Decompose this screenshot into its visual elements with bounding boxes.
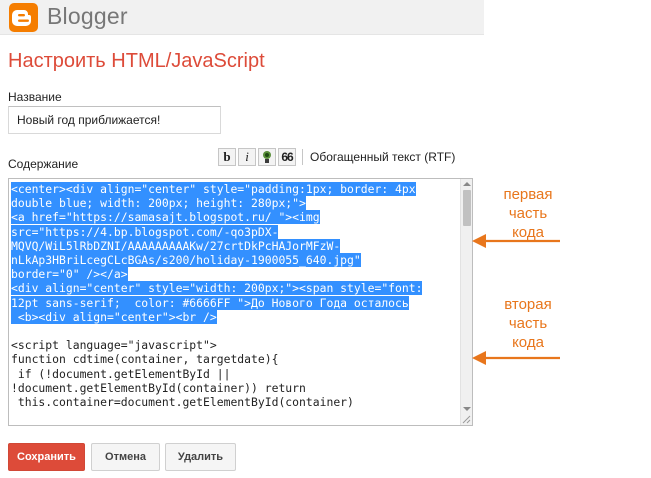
code-line-text: nLkAp3HBriLcegCLcBGAs/s200/holiday-19000… [11,253,361,268]
code-line[interactable]: this.container=document.getElementById(c… [11,395,459,409]
code-line[interactable]: MQVQ/WiL5lRbDZNI/AAAAAAAAAKw/27crtDkPcHA… [11,238,459,253]
cancel-button[interactable]: Отмена [91,443,160,471]
rich-text-link[interactable]: Обогащенный текст (RTF) [310,150,455,164]
bold-button-label: b [223,149,231,164]
resize-grip-icon[interactable] [461,414,471,424]
code-line-text: border="0" /></a> [11,267,128,282]
code-line-text: !document.getElementById(container)) ret… [11,380,306,395]
name-input[interactable] [8,106,221,134]
content-textarea[interactable]: <center><div align="center" style="paddi… [8,178,473,426]
code-line-text: <b><div align="center"><br /> [11,309,217,324]
code-line[interactable]: double blue; width: 200px; height: 280px… [11,196,459,211]
page-title: Настроить HTML/JavaScript [8,50,265,72]
name-label: Название [8,90,62,104]
code-line[interactable]: function cdtime(container, targetdate){ [11,352,459,366]
code-line-text: double blue; width: 200px; height: 280px… [11,196,306,211]
code-line-text: <center><div align="center" style="paddi… [11,182,416,196]
code-line[interactable]: <script language="javascript"> [11,338,459,352]
italic-button[interactable]: i [238,148,256,166]
code-content[interactable]: <center><div align="center" style="paddi… [11,182,459,409]
bold-button[interactable]: b [218,148,236,166]
code-line[interactable] [11,324,459,338]
annotation-second-line-2: часть [508,315,548,332]
scroll-thumb[interactable] [463,190,471,226]
code-line-text: 12pt sans-serif; color: #6666FF ">До Нов… [11,295,409,310]
code-line-text: <script language="javascript"> [11,338,217,353]
annotation-second-part: вторая часть кода [493,295,563,352]
arrow-left-icon [472,234,560,248]
code-line-text: <a href="https://samasajt.blogspot.ru/ "… [11,210,320,225]
logo-text[interactable]: Blogger [47,3,128,30]
insert-image-button[interactable] [258,148,276,166]
editor-scrollbar[interactable] [460,179,472,425]
save-button[interactable]: Сохранить [8,443,85,471]
quote-button[interactable]: 66 [278,148,296,166]
annotation-second-line-1: вторая [504,296,552,313]
quote-icon: 66 [281,150,293,164]
code-line[interactable]: <center><div align="center" style="paddi… [11,182,459,196]
top-bar: Blogger [0,0,484,35]
code-line-text: function cdtime(container, targetdate){ [11,352,279,367]
code-line[interactable]: src="https://4.bp.blogspot.com/-qo3pDX- [11,224,459,239]
code-line-text: this.container=document.getElementById(c… [11,395,354,410]
code-line-text: src="https://4.bp.blogspot.com/-qo3pDX- [11,224,279,239]
code-line-text: if (!document.getElementById || [11,366,231,381]
annotation-first-line-2: часть [508,205,548,222]
code-line[interactable]: <a href="https://samasajt.blogspot.ru/ "… [11,210,459,225]
arrow-left-icon [472,351,560,365]
image-icon [263,151,271,163]
code-line[interactable]: border="0" /></a> [11,267,459,282]
code-line[interactable]: <b><div align="center"><br /> [11,309,459,324]
italic-button-label: i [245,149,249,164]
toolbar-divider [302,149,303,165]
code-line[interactable]: if (!document.getElementById || [11,367,459,381]
code-line-text: <div align="center" style="width: 200px;… [11,281,423,296]
blogger-logo-icon[interactable] [9,3,38,32]
scroll-down-icon[interactable] [463,407,471,411]
scroll-up-icon[interactable] [463,182,471,186]
code-line[interactable]: <div align="center" style="width: 200px;… [11,281,459,296]
annotation-first-line-1: первая [503,186,553,203]
delete-button[interactable]: Удалить [165,443,236,471]
code-line[interactable]: !document.getElementById(container)) ret… [11,381,459,395]
code-line[interactable]: 12pt sans-serif; color: #6666FF ">До Нов… [11,295,459,310]
content-label: Содержание [8,157,79,171]
code-line-text: MQVQ/WiL5lRbDZNI/AAAAAAAAAKw/27crtDkPcHA… [11,238,341,253]
code-line[interactable]: nLkAp3HBriLcegCLcBGAs/s200/holiday-19000… [11,253,459,268]
